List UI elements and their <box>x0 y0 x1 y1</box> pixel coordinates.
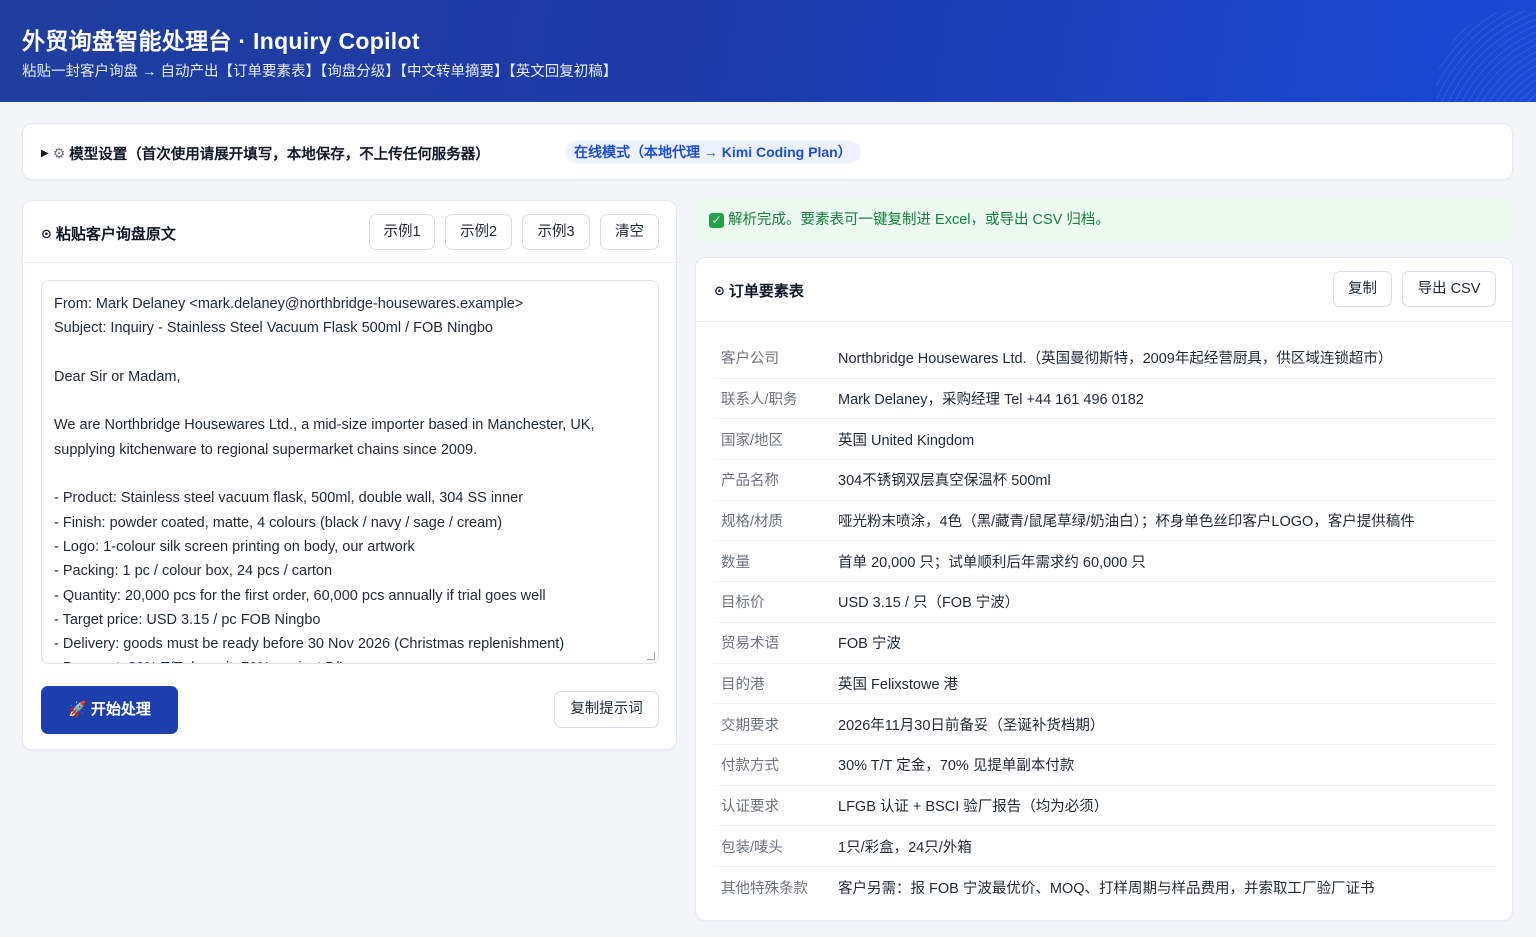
table-icon: ⊙ <box>714 282 725 298</box>
start-processing-label: 开始处理 <box>90 701 151 718</box>
table-row: 联系人/职务 Mark Delaney，采购经理 Tel +44 161 496 … <box>713 379 1496 420</box>
copy-prompt-button[interactable]: 复制提示词 <box>554 691 659 728</box>
row-value: USD 3.15 / 只（FOB 宁波） <box>838 595 1020 612</box>
start-processing-button[interactable]: 🚀 开始处理 <box>41 686 178 734</box>
table-row: 产品名称 304不锈钢双层真空保温杯 500ml <box>713 460 1496 501</box>
export-csv-button[interactable]: 导出 CSV <box>1402 271 1496 307</box>
table-row: 交期要求 2026年11月30日前备妥（圣诞补货档期） <box>713 704 1496 745</box>
rocket-icon: 🚀 <box>68 701 87 718</box>
row-value: Mark Delaney，采购经理 Tel +44 161 496 0182 <box>838 392 1144 409</box>
inquiry-text: From: Mark Delaney <mark.delaney@northbr… <box>54 296 595 663</box>
row-key: 目的港 <box>721 676 765 693</box>
row-value: 1只/彩盒，24只/外箱 <box>838 839 972 856</box>
row-value: 哑光粉末喷涂，4色（黑/藏青/鼠尾草绿/奶油白）；杯身单色丝印客户LOGO，客户… <box>838 514 1415 531</box>
model-settings-label: 模型设置（首次使用请展开填写，本地保存，不上传任何服务器） <box>69 147 490 163</box>
copy-table-button[interactable]: 复制 <box>1333 271 1392 307</box>
check-icon: ✓ <box>709 213 724 228</box>
table-row: 国家/地区 英国 United Kingdom <box>713 419 1496 461</box>
row-key: 目标价 <box>721 595 765 612</box>
inquiry-panel-header: ⊙ 粘贴客户询盘原文 示例1 示例2 示例3 清空 <box>23 201 676 263</box>
example-3-button[interactable]: 示例3 <box>522 214 590 250</box>
inquiry-textarea[interactable]: From: Mark Delaney <mark.delaney@northbr… <box>41 280 659 664</box>
resize-grip-icon[interactable] <box>647 652 655 660</box>
inquiry-panel-title-text: 粘贴客户询盘原文 <box>55 226 176 243</box>
row-key: 国家/地区 <box>721 432 784 449</box>
row-key: 付款方式 <box>721 758 779 775</box>
table-row: 目的港 英国 Felixstowe 港 <box>713 664 1496 705</box>
clear-button[interactable]: 清空 <box>600 214 659 250</box>
row-value: 304不锈钢双层真空保温杯 500ml <box>838 473 1051 490</box>
app-title: 外贸询盘智能处理台 · Inquiry Copilot <box>22 28 420 54</box>
row-value: 2026年11月30日前备妥（圣诞补货档期） <box>838 717 1105 734</box>
header-decoration <box>1436 10 1536 102</box>
inquiry-input-panel: ⊙ 粘贴客户询盘原文 示例1 示例2 示例3 清空 From: Mark Del… <box>22 200 677 750</box>
row-value: LFGB 认证 + BSCI 验厂报告（均为必须） <box>838 798 1109 815</box>
table-row: 付款方式 30% T/T 定金，70% 见提单副本付款 <box>713 745 1496 786</box>
row-value: 英国 Felixstowe 港 <box>838 676 959 693</box>
table-row: 包装/唛头 1只/彩盒，24只/外箱 <box>713 826 1496 867</box>
row-value: Northbridge Housewares Ltd.（英国曼彻斯特，2009年… <box>838 351 1393 368</box>
app-subtitle: 粘贴一封客户询盘 → 自动产出【订单要素表】【询盘分级】【中文转单摘要】【英文回… <box>22 64 618 80</box>
row-key: 包装/唛头 <box>721 839 784 856</box>
row-key: 认证要求 <box>721 798 779 815</box>
row-key: 联系人/职务 <box>721 392 798 409</box>
row-key: 客户公司 <box>721 351 779 368</box>
row-value: FOB 宁波 <box>838 636 901 653</box>
order-panel-header: ⊙ 订单要素表 复制 导出 CSV <box>696 258 1512 322</box>
model-settings-toggle[interactable]: ▶ ⚙ 模型设置（首次使用请展开填写，本地保存，不上传任何服务器） <box>41 143 490 164</box>
example-1-button[interactable]: 示例1 <box>369 214 435 250</box>
mode-badge: 在线模式（本地代理 → Kimi Coding Plan） <box>565 141 861 163</box>
model-settings-panel: ▶ ⚙ 模型设置（首次使用请展开填写，本地保存，不上传任何服务器） 在线模式（本… <box>22 123 1513 180</box>
table-row: 认证要求 LFGB 认证 + BSCI 验厂报告（均为必须） <box>713 786 1496 827</box>
row-value: 英国 United Kingdom <box>838 432 975 449</box>
order-elements-table: 客户公司 Northbridge Housewares Ltd.（英国曼彻斯特，2… <box>713 338 1496 908</box>
status-message: 解析完成。要素表可一键复制进 Excel，或导出 CSV 归档。 <box>728 212 1110 228</box>
table-row: 其他特殊条款 客户另需：报 FOB 宁波最优价、MOQ、打样周期与样品费用，并索取… <box>713 867 1496 908</box>
order-panel-title: ⊙ 订单要素表 <box>714 280 804 301</box>
table-row: 规格/材质 哑光粉末喷涂，4色（黑/藏青/鼠尾草绿/奶油白）；杯身单色丝印客户LO… <box>713 501 1496 542</box>
expand-triangle-icon: ▶ <box>41 148 49 159</box>
order-elements-panel: ⊙ 订单要素表 复制 导出 CSV 客户公司 Northbridge Housew… <box>695 257 1513 921</box>
row-value: 首单 20,000 只；试单顺利后年需求约 60,000 只 <box>838 554 1146 571</box>
row-key: 贸易术语 <box>721 636 779 653</box>
row-value: 30% T/T 定金，70% 见提单副本付款 <box>838 758 1075 775</box>
status-banner: ✓ 解析完成。要素表可一键复制进 Excel，或导出 CSV 归档。 <box>695 199 1513 242</box>
gear-icon: ⚙ <box>52 145 66 161</box>
order-panel-title-text: 订单要素表 <box>728 283 804 300</box>
table-row: 数量 首单 20,000 只；试单顺利后年需求约 60,000 只 <box>713 541 1496 583</box>
row-key: 规格/材质 <box>721 514 784 531</box>
row-key: 产品名称 <box>721 473 779 490</box>
example-2-button[interactable]: 示例2 <box>445 214 512 250</box>
table-row: 贸易术语 FOB 宁波 <box>713 623 1496 664</box>
row-key: 交期要求 <box>721 717 779 734</box>
row-key: 数量 <box>721 554 750 571</box>
inquiry-panel-title: ⊙ 粘贴客户询盘原文 <box>41 223 176 244</box>
row-value: 客户另需：报 FOB 宁波最优价、MOQ、打样周期与样品费用，并索取工厂验厂证书 <box>838 880 1375 897</box>
table-row: 客户公司 Northbridge Housewares Ltd.（英国曼彻斯特，2… <box>713 338 1496 379</box>
clock-icon: ⊙ <box>41 225 52 241</box>
row-key: 其他特殊条款 <box>721 880 808 897</box>
table-row: 目标价 USD 3.15 / 只（FOB 宁波） <box>713 582 1496 623</box>
app-header: 外贸询盘智能处理台 · Inquiry Copilot 粘贴一封客户询盘 → 自… <box>0 0 1536 102</box>
